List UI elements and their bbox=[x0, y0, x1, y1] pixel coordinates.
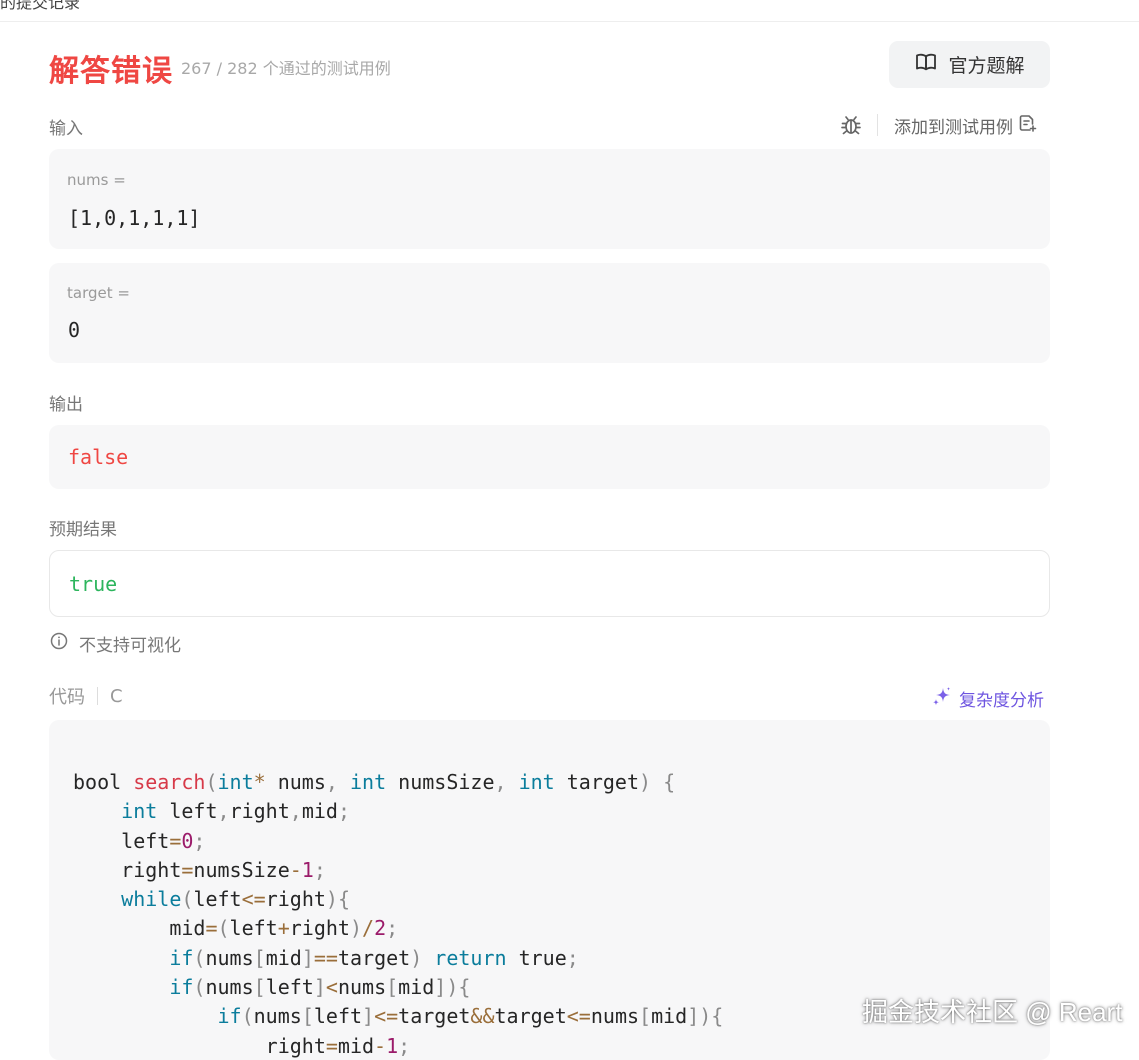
code-language: C bbox=[110, 685, 123, 707]
output-label: 输出 bbox=[49, 395, 83, 415]
code-line: left=0; bbox=[73, 828, 206, 853]
add-to-testcase-label: 添加到测试用例 bbox=[894, 118, 1013, 138]
param-value[interactable]: [1,0,1,1,1] bbox=[68, 206, 200, 230]
code-line: right=mid-1; bbox=[73, 1033, 411, 1058]
top-bar: 的提交记录 bbox=[0, 0, 1139, 22]
expected-value: true bbox=[69, 572, 118, 596]
official-solution-button[interactable]: 官方题解 bbox=[889, 41, 1050, 88]
debug-bug-icon[interactable] bbox=[839, 113, 863, 137]
official-solution-label: 官方题解 bbox=[948, 55, 1025, 77]
info-icon bbox=[49, 631, 69, 656]
expected-label: 预期结果 bbox=[49, 520, 117, 540]
book-icon bbox=[914, 50, 938, 79]
code-line: bool search(int* nums, int numsSize, int… bbox=[73, 770, 676, 794]
passed-count: 267 bbox=[181, 59, 212, 78]
input-label: 输入 bbox=[49, 119, 83, 139]
code-header: 代码 C bbox=[49, 683, 123, 709]
add-to-testcase-button[interactable]: 添加到测试用例 bbox=[894, 113, 1037, 138]
result-status: 解答错误 bbox=[49, 54, 173, 89]
code-label: 代码 bbox=[49, 687, 85, 708]
input-param-card: nums = [1,0,1,1,1] bbox=[49, 149, 1050, 249]
code-line: right=numsSize-1; bbox=[73, 857, 326, 882]
param-value[interactable]: 0 bbox=[68, 318, 80, 342]
code-divider bbox=[97, 687, 98, 705]
code-line: if(nums[left]<=target&&target<=nums[mid]… bbox=[217, 1004, 724, 1029]
code-line: if(nums[mid]==target) return true; bbox=[169, 945, 579, 970]
code-lines[interactable]: bool search(int* nums, int numsSize, int… bbox=[73, 768, 723, 1060]
stats-separator: / bbox=[216, 59, 228, 78]
sparkle-icon bbox=[931, 685, 953, 712]
testcase-stats: 267 / 282 个通过的测试用例 bbox=[181, 55, 391, 79]
complexity-analysis-button[interactable]: 复杂度分析 bbox=[931, 685, 1044, 712]
stats-suffix: 个通过的测试用例 bbox=[262, 59, 391, 78]
output-value: false bbox=[68, 445, 129, 469]
code-line: mid=(left+right)/2; bbox=[73, 916, 399, 941]
code-line: while(left<=right){ bbox=[121, 887, 351, 912]
code-line: if(nums[left]<nums[mid]){ bbox=[169, 975, 471, 1000]
total-count: 282 bbox=[227, 59, 258, 78]
add-testcase-icon bbox=[1017, 113, 1037, 138]
input-param-card: target = 0 bbox=[49, 263, 1050, 363]
visualization-notice: 不支持可视化 bbox=[49, 631, 181, 656]
submission-record-title: 的提交记录 bbox=[0, 0, 81, 12]
code-line: int left,right,mid; bbox=[121, 799, 350, 824]
toolbar-divider bbox=[877, 114, 878, 136]
visualization-text: 不支持可视化 bbox=[79, 636, 181, 656]
watermark: 掘金技术社区 @ Reart bbox=[862, 997, 1123, 1027]
expected-card: true bbox=[49, 550, 1050, 617]
complexity-analysis-label: 复杂度分析 bbox=[959, 691, 1044, 711]
output-card: false bbox=[49, 425, 1050, 489]
param-name: nums = bbox=[67, 171, 126, 189]
param-name: target = bbox=[67, 284, 130, 302]
